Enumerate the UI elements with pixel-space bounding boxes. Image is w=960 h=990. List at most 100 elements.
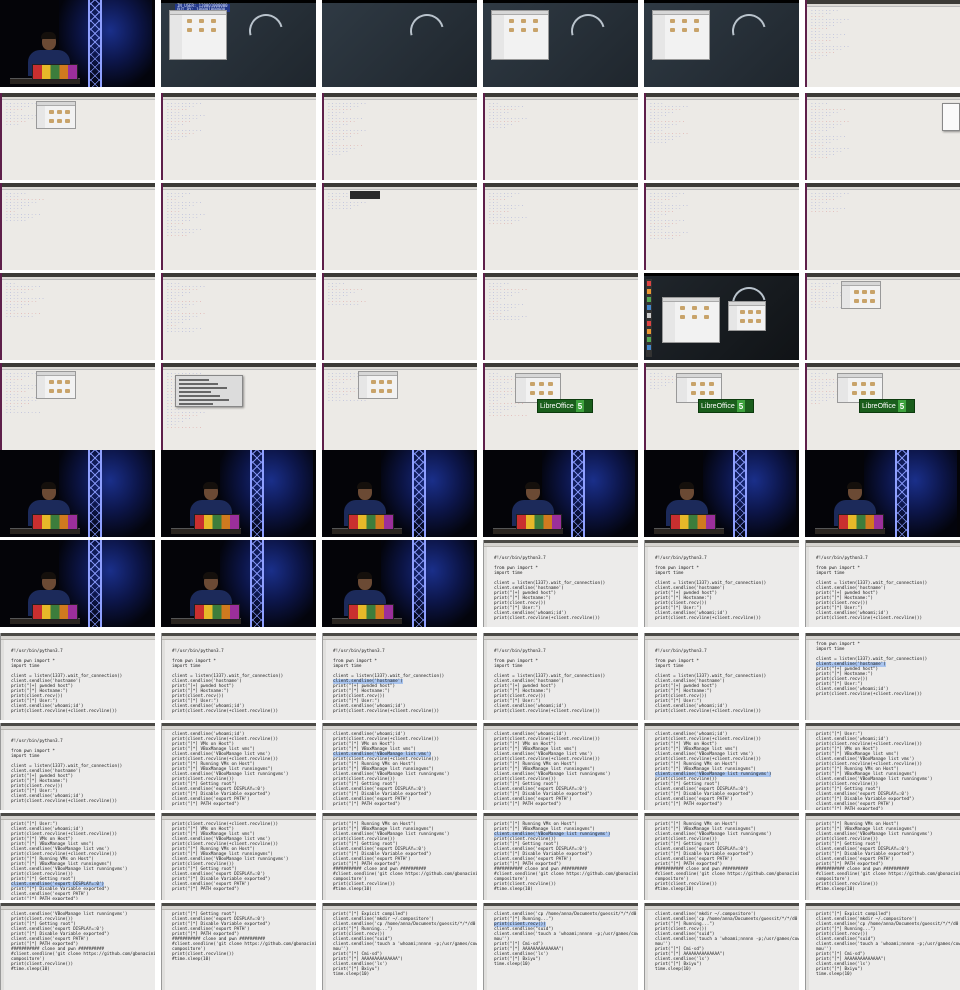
- line-gutter: [806, 640, 809, 720]
- stage-truss: [733, 450, 747, 537]
- terminal-line: - - - - - - -: [650, 236, 676, 240]
- folder-icon: [670, 19, 676, 23]
- video-frame-code: #!/usr/bin/python3.7 from pwn import * i…: [483, 633, 638, 720]
- code-text: #!/usr/bin/python3.7 from pwn import * i…: [655, 556, 766, 621]
- libreoffice-version: 5: [897, 400, 907, 412]
- menu-bar: [807, 277, 960, 280]
- folder-icon: [690, 382, 696, 386]
- editor-tabs: [162, 816, 316, 820]
- video-frame-code: #!/usr/bin/python3.7 from pwn import * i…: [0, 723, 155, 810]
- terminal-output: - - - - - - - - - - - - - - - - - - - - …: [6, 282, 46, 318]
- video-frame-code: client.sendline('mkdir ~/.compositore') …: [644, 903, 799, 990]
- editor-tabs: [645, 726, 799, 730]
- presenter-hair: [41, 482, 56, 489]
- menu-bar: [2, 277, 155, 280]
- video-frame-desktop: [644, 273, 799, 360]
- presenter-hair: [357, 572, 372, 579]
- terminal-line: - - - - - - - - -: [489, 317, 522, 321]
- code-line: #!/usr/bin/python3.7: [816, 556, 868, 561]
- video-frame-code: print("[*] Running VMs on Host") print("…: [644, 813, 799, 900]
- popup-item: [179, 379, 209, 381]
- code-line: print("[*] PATH exported"): [172, 887, 240, 892]
- video-frame-term: - - - - - - - - - - - - - - - - - - - - …: [0, 273, 155, 360]
- menu-bar: [807, 4, 960, 7]
- code-line: #time.sleep(10): [333, 887, 372, 892]
- video-frame-code: client.sendline('whoami;id') print(clien…: [644, 723, 799, 810]
- folder-icon: [548, 382, 554, 386]
- video-frame-term: - - - - - - - - - - - - - - - - - - - - …: [483, 273, 638, 360]
- terminal-line: - - - - - - - -: [6, 314, 35, 318]
- code-line: print("[*] PATH exported"): [333, 802, 401, 807]
- libreoffice-wordmark: LibreOffice: [862, 402, 896, 410]
- video-frame-term: - - - - - - - - - - - - - - - - - - - - …: [644, 93, 799, 180]
- context-popup: [175, 375, 243, 407]
- terminal-line: - - - -: [328, 152, 343, 156]
- code-text: from pwn import * import time client = l…: [816, 642, 927, 697]
- editor-tabs: [1, 726, 155, 730]
- debian-swirl-logo: [242, 7, 290, 55]
- terminal-output: - - - - - - - - - - - - - - - - - - - - …: [167, 192, 207, 237]
- launcher-icon: [647, 289, 651, 294]
- code-line: import time: [816, 647, 845, 652]
- file-manager-window: [491, 10, 549, 60]
- video-frame-term: - - - - - - - - - - - - - - - - - - - - …: [161, 273, 316, 360]
- libreoffice-wordmark: LibreOffice: [701, 402, 735, 410]
- editor-tabs: [484, 906, 638, 910]
- video-frame-desktop: [483, 0, 638, 87]
- menu-bar: [324, 367, 477, 370]
- folder-icon: [371, 380, 376, 384]
- menu-bar: [485, 97, 638, 100]
- file-manager-sidebar: [677, 378, 687, 402]
- line-gutter: [1, 730, 4, 810]
- terminal-output: - - - - - - - - - - - - - - - - - - - - …: [167, 102, 207, 141]
- line-gutter: [806, 730, 809, 810]
- launcher-icon: [647, 297, 651, 302]
- terminal-output: - - - - - - - - - - - - - - - - - - - - …: [811, 192, 851, 213]
- stage-truss: [412, 540, 426, 627]
- file-manager-sidebar: [729, 306, 737, 330]
- stage-truss: [250, 450, 264, 537]
- file-manager-sidebar: [492, 15, 505, 59]
- line-gutter: [484, 820, 487, 900]
- file-manager-sidebar: [37, 106, 46, 128]
- line-gutter: [323, 910, 326, 990]
- line-gutter: [1, 820, 4, 900]
- file-manager-sidebar: [170, 15, 183, 59]
- presenter-hair: [203, 572, 218, 579]
- line-gutter: [484, 547, 487, 627]
- stage-truss: [88, 540, 102, 627]
- code-text: print("[*] Running VMs on Host") print("…: [816, 822, 960, 892]
- code-text: print("[*] Running VMs on Host") print("…: [655, 822, 799, 892]
- folder-icon: [548, 391, 554, 395]
- terminal-output: - - - - - - - - - - - - - - - - - - - - …: [811, 9, 851, 60]
- terminal-output: - - - - - - - - - - - - - - - - - - - - …: [489, 282, 529, 321]
- folder-icon: [199, 28, 204, 32]
- terminal-output: - - - - - - - - - - - - - - - - - - - - …: [650, 192, 690, 240]
- video-frame-code: print("[*] User:") client.sendline('whoa…: [0, 813, 155, 900]
- video-frame-stage: [0, 540, 155, 627]
- video-frame-code: print("[*] Running VMs on Host") print("…: [483, 813, 638, 900]
- file-manager-sidebar: [359, 376, 368, 398]
- code-line: #!/usr/bin/python3.7: [494, 556, 546, 561]
- menu-bar: [2, 367, 155, 370]
- editor-tabs: [645, 636, 799, 640]
- code-line: print(client.recvline(+client.recvline()…: [333, 709, 440, 714]
- file-manager-window: [358, 371, 398, 399]
- menu-bar: [163, 277, 316, 280]
- editor-tabs: [484, 726, 638, 730]
- debian-swirl-logo: [564, 7, 612, 55]
- code-line: #!/usr/bin/python3.7: [333, 649, 385, 654]
- line-gutter: [806, 547, 809, 627]
- video-frame-stage: [0, 0, 155, 87]
- stickered-laptop: [32, 514, 78, 530]
- code-text: print("[*] Getting root") client.sendlin…: [172, 912, 316, 962]
- code-line: time.sleep(10): [816, 972, 853, 977]
- video-frame-code: #!/usr/bin/python3.7 from pwn import * i…: [0, 633, 155, 720]
- video-frame-term: - - - - - - - - - - - - - - - - - - - - …: [161, 363, 316, 450]
- code-text: client.sendline('whoami;id') print(clien…: [494, 732, 610, 807]
- file-manager-sidebar: [37, 376, 46, 398]
- popup-item: [179, 387, 227, 389]
- code-line: time.sleep(10): [494, 962, 531, 967]
- libreoffice-version: 5: [736, 400, 746, 412]
- menu-bar: [646, 187, 799, 190]
